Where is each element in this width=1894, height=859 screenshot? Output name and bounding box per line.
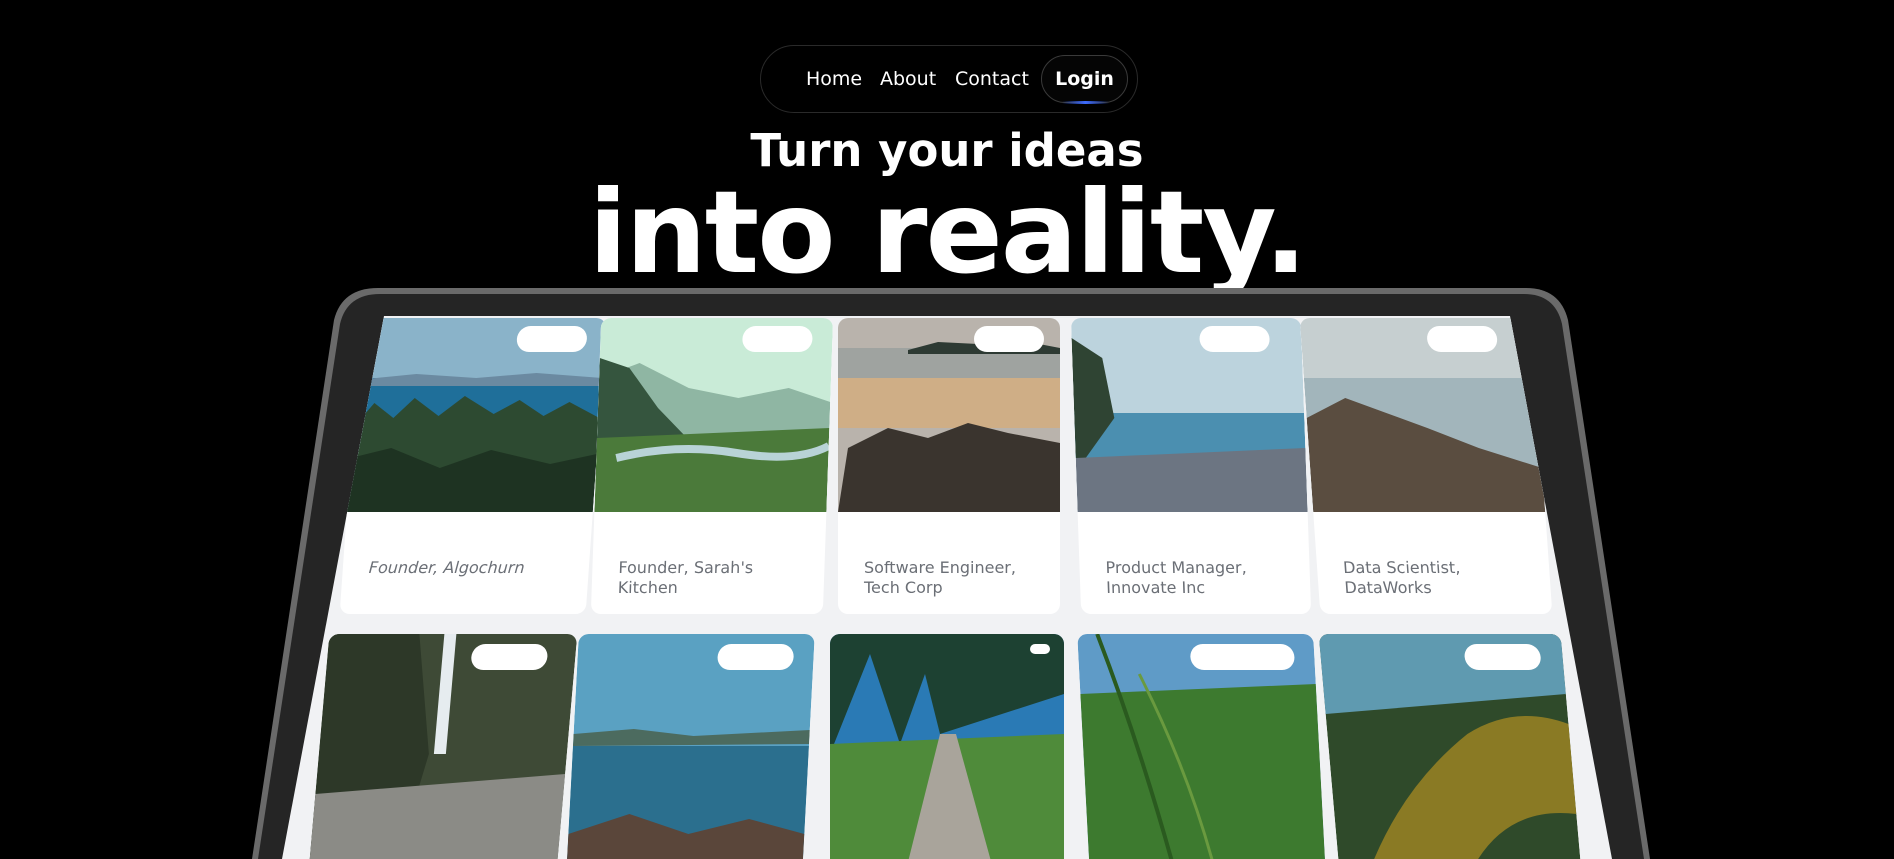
- card-caption: Founder, Algochurn: [368, 558, 526, 577]
- photo-card[interactable]: [1318, 634, 1584, 859]
- card-badge: [741, 326, 813, 352]
- card-caption: Software Engineer, Tech Corp: [864, 558, 1016, 597]
- card-caption: Founder, Sarah's Kitchen: [617, 558, 754, 597]
- hero-heading: into reality.: [588, 166, 1307, 299]
- card-badge: [470, 644, 549, 670]
- nav-about-link[interactable]: About: [880, 68, 936, 90]
- login-button[interactable]: Login: [1041, 55, 1128, 104]
- photo-card[interactable]: [565, 634, 815, 859]
- card-badge: [716, 644, 795, 670]
- login-glow-accent: [1062, 101, 1109, 104]
- nav-contact-link[interactable]: Contact: [955, 68, 1029, 90]
- mossy-log-photo: [1318, 634, 1584, 859]
- card-caption: Product Manager, Innovate Inc: [1105, 558, 1247, 597]
- card-badge: [1030, 644, 1050, 654]
- card-badge: [1199, 326, 1271, 352]
- pebble-shore-photo: [1070, 318, 1308, 512]
- photo-card[interactable]: [306, 634, 578, 859]
- card-badge: [1189, 644, 1296, 670]
- card-caption: Data Scientist, DataWorks: [1342, 558, 1461, 597]
- page: Home About Contact Login Turn your ideas…: [0, 0, 1894, 859]
- top-navigation: Home About Contact Login: [760, 45, 1138, 113]
- testimonial-card[interactable]: Founder, Algochurn: [339, 318, 607, 614]
- testimonial-card[interactable]: Data Scientist, DataWorks: [1299, 318, 1553, 614]
- card-badge: [1463, 644, 1542, 670]
- photo-card[interactable]: [830, 634, 1064, 859]
- testimonial-card[interactable]: Software Engineer, Tech Corp: [838, 318, 1060, 614]
- login-button-label: Login: [1055, 68, 1114, 90]
- nav-home-link[interactable]: Home: [806, 68, 862, 90]
- forest-path-photo: [830, 634, 1064, 859]
- card-badge: [974, 326, 1044, 352]
- photo-card[interactable]: [1077, 634, 1327, 859]
- rocky-sea-photo: [1299, 318, 1546, 512]
- card-badge: [1426, 326, 1499, 352]
- card-badge: [515, 326, 588, 352]
- testimonial-card[interactable]: Founder, Sarah's Kitchen: [590, 318, 834, 614]
- testimonial-card[interactable]: Product Manager, Innovate Inc: [1070, 318, 1312, 614]
